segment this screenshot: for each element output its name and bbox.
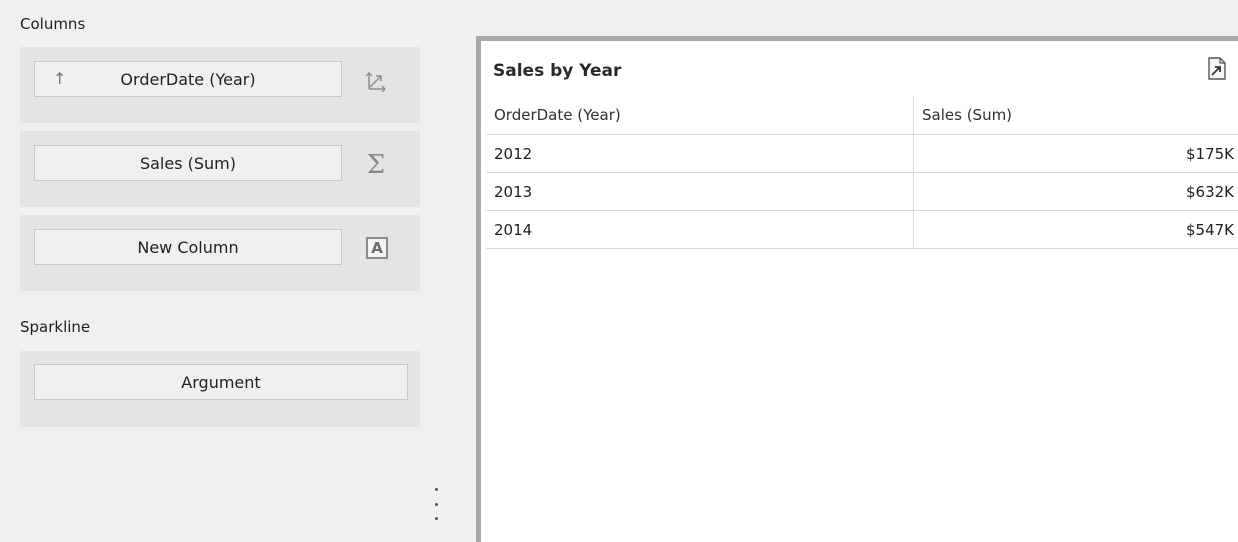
column-header-orderdate[interactable]: OrderDate (Year) [486,96,914,134]
sigma-icon[interactable]: Σ [362,150,390,180]
table-row[interactable]: 2013 $632K [486,173,1238,211]
column-row-orderdate: ↑ OrderDate (Year) [20,47,420,123]
cell-year: 2012 [486,135,914,172]
sparkline-argument-button[interactable]: Argument [34,364,408,400]
grid-preview: Sales by Year OrderDate (Year) Sales (Su… [481,41,1238,542]
grid-header-row: OrderDate (Year) Sales (Sum) [486,96,1238,135]
table-row[interactable]: 2014 $547K [486,211,1238,249]
cell-sales: $547K [1185,220,1234,239]
sparkline-section-label: Sparkline [20,318,91,336]
column-button-label: New Column [137,237,239,257]
table-row[interactable]: 2012 $175K [486,135,1238,173]
text-type-icon[interactable]: A [366,237,388,259]
sparkline-button-label: Argument [181,372,261,392]
export-icon[interactable] [1206,57,1228,81]
columns-section-label: Columns [20,15,86,33]
grid-preview-frame: Sales by Year OrderDate (Year) Sales (Su… [476,36,1238,542]
more-options-icon[interactable] [433,488,439,520]
dimension-axis-icon[interactable] [362,67,390,95]
cell-sales: $632K [1185,182,1234,201]
cell-year: 2014 [486,211,914,248]
column-header-sales[interactable]: Sales (Sum) [914,96,1238,134]
data-grid: OrderDate (Year) Sales (Sum) 2012 $175K … [486,96,1238,249]
sparkline-row: Argument [20,351,420,427]
column-button-new[interactable]: New Column [34,229,342,265]
arrow-up-icon[interactable]: ↑ [53,69,66,88]
column-button-label: OrderDate (Year) [120,69,256,89]
binding-panel: Columns ↑ OrderDate (Year) Sales (Sum) Σ… [0,0,460,542]
preview-title: Sales by Year [493,61,622,81]
cell-year: 2013 [486,173,914,210]
column-button-sales[interactable]: Sales (Sum) [34,145,342,181]
column-row-new: New Column A [20,215,420,291]
cell-sales: $175K [1185,144,1234,163]
column-button-orderdate[interactable]: ↑ OrderDate (Year) [34,61,342,97]
column-row-sales: Sales (Sum) Σ [20,131,420,207]
column-button-label: Sales (Sum) [139,153,237,173]
